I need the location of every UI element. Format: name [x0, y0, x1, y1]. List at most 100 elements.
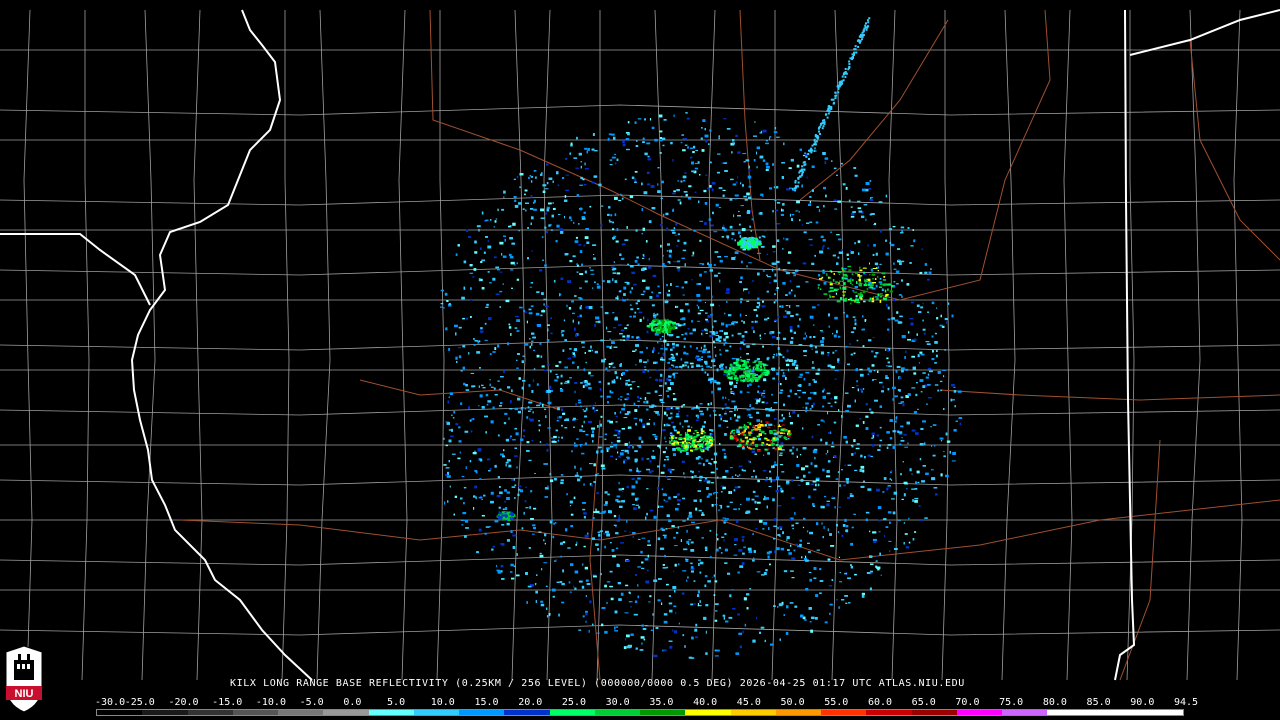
radar-echo	[532, 379, 535, 382]
radar-echo	[724, 519, 728, 521]
radar-echo	[822, 246, 824, 250]
radar-echo	[543, 463, 546, 465]
radar-echo	[632, 446, 634, 449]
radar-echo	[549, 370, 552, 373]
radar-echo	[488, 317, 492, 321]
radar-echo	[535, 590, 538, 594]
radar-echo	[808, 471, 811, 474]
radar-echo	[670, 407, 672, 409]
radar-echo	[487, 400, 492, 403]
radar-echo	[745, 159, 750, 162]
radar-echo	[728, 616, 733, 619]
radar-echo	[659, 130, 663, 133]
radar-echo	[672, 346, 675, 349]
radar-echo	[646, 422, 650, 425]
radar-echo	[811, 405, 814, 408]
radar-echo	[729, 381, 733, 385]
radar-echo	[819, 592, 822, 595]
radar-echo	[573, 157, 578, 159]
radar-echo	[463, 502, 465, 505]
radar-echo	[862, 315, 864, 318]
radar-echo	[461, 296, 465, 300]
radar-echo	[785, 632, 789, 635]
radar-echo	[676, 245, 679, 247]
radar-echo	[683, 472, 685, 475]
radar-echo	[511, 577, 515, 580]
radar-echo	[489, 383, 491, 387]
radar-echo	[531, 390, 534, 393]
radar-echo	[684, 172, 687, 174]
radar-echo	[793, 274, 796, 277]
radar-echo	[780, 547, 785, 551]
radar-echo	[598, 320, 601, 323]
radar-echo	[440, 289, 444, 292]
radar-echo	[666, 414, 668, 417]
radar-echo	[533, 368, 536, 370]
radar-echo	[651, 291, 654, 294]
radar-echo	[736, 520, 739, 523]
radar-echo	[772, 263, 777, 265]
radar-echo	[709, 378, 714, 380]
radar-echo	[841, 599, 845, 601]
radar-echo	[869, 555, 873, 558]
radar-echo	[448, 396, 450, 398]
radar-echo	[735, 181, 738, 184]
radar-echo	[724, 533, 727, 535]
radar-echo	[677, 269, 680, 272]
radar-echo	[583, 420, 585, 424]
radar-echo	[885, 252, 889, 256]
radar-echo	[775, 260, 780, 263]
radar-echo	[705, 630, 707, 634]
radar-echo	[583, 211, 586, 214]
radar-echo	[560, 277, 564, 280]
radar-echo	[775, 547, 780, 551]
radar-echo	[699, 309, 704, 311]
radar-echo	[780, 442, 784, 445]
radar-echo	[705, 549, 708, 551]
radar-echo	[460, 402, 463, 405]
radar-echo	[517, 410, 521, 414]
radar-echo	[847, 404, 851, 408]
radar-echo	[527, 227, 529, 229]
radar-echo	[634, 260, 638, 263]
radar-echo	[652, 274, 657, 277]
radar-echo	[762, 270, 765, 272]
radar-echo	[706, 351, 709, 354]
radar-echo	[845, 346, 848, 348]
radar-echo	[641, 208, 643, 212]
radar-echo	[607, 213, 610, 216]
radar-echo	[735, 474, 737, 476]
radar-echo	[815, 594, 819, 597]
radar-echo	[856, 339, 859, 342]
radar-echo	[718, 137, 720, 140]
radar-echo	[547, 324, 550, 326]
radar-echo	[445, 327, 448, 331]
radar-echo	[584, 168, 589, 170]
radar-echo	[771, 409, 775, 412]
radar-echo	[501, 253, 503, 256]
radar-echo	[657, 537, 661, 541]
radar-echo	[736, 428, 740, 431]
radar-echo	[850, 353, 853, 356]
radar-echo	[773, 301, 776, 304]
radar-echo	[494, 220, 497, 223]
radar-echo	[512, 439, 516, 441]
radar-echo	[714, 346, 716, 348]
radar-echo	[542, 403, 544, 407]
radar-echo	[560, 382, 563, 385]
radar-echo	[709, 269, 713, 272]
radar-echo	[811, 435, 814, 439]
radar-echo	[480, 327, 483, 330]
radar-echo	[672, 231, 676, 234]
radar-echo	[774, 127, 777, 130]
radar-echo	[646, 346, 648, 350]
radar-echo	[701, 425, 705, 428]
radar-echo	[933, 487, 938, 489]
radar-echo	[801, 556, 803, 559]
radar-echo	[901, 335, 906, 339]
radar-echo	[838, 238, 842, 241]
radar-echo	[703, 421, 706, 424]
radar-echo	[529, 175, 532, 177]
radar-echo	[746, 265, 748, 268]
radar-echo	[725, 336, 729, 339]
